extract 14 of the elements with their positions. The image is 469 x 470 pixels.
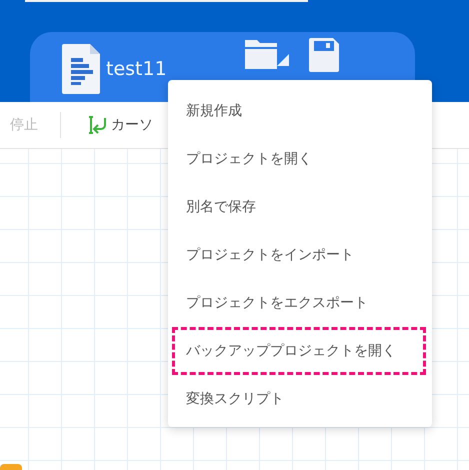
open-button[interactable] [244, 38, 289, 72]
menu-item[interactable]: プロジェクトをインポート [172, 231, 426, 279]
menu-item[interactable]: プロジェクトを開く [172, 135, 426, 183]
menu-item[interactable]: バックアッププロジェクトを開く [172, 327, 426, 375]
menu-item[interactable]: 変換スクリプト [172, 375, 426, 423]
document-icon [62, 44, 100, 94]
menu-item[interactable]: 新規作成 [172, 87, 426, 135]
file-name: test11 [106, 58, 167, 80]
cursor-return-icon [87, 115, 107, 135]
folder-icon [244, 38, 289, 69]
menu-item[interactable]: プロジェクトをエクスポート [172, 279, 426, 327]
cursor-button[interactable]: カーソ [83, 115, 157, 135]
save-button[interactable] [308, 38, 339, 72]
menu-item[interactable]: 別名で保存 [172, 183, 426, 231]
